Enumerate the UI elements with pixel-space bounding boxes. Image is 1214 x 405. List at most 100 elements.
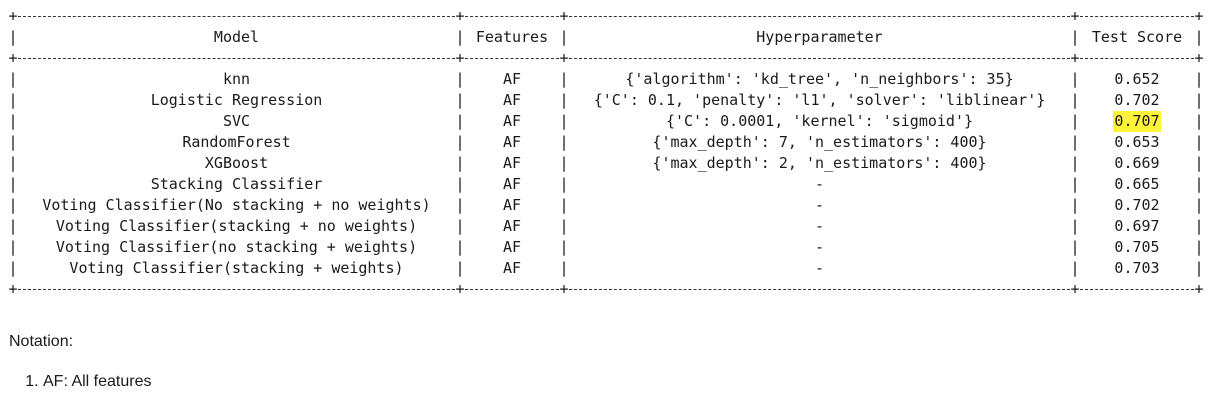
table-row: | Voting Classifier(stacking + no weights… — [8, 216, 1204, 237]
notation-section: Notation: AF: All features — [9, 330, 152, 394]
column-divider: | — [1194, 91, 1204, 109]
border-segment — [465, 16, 559, 17]
cell-model: SVC — [222, 112, 251, 130]
table-row: | Voting Classifier(stacking + weights) | A… — [8, 258, 1204, 279]
column-divider: | — [1070, 91, 1080, 109]
cell-model: Voting Classifier(no stacking + weights) — [55, 238, 418, 256]
highlighted-score: 0.707 — [1113, 111, 1161, 132]
column-divider: | — [1194, 175, 1204, 193]
score-value: 0.703 — [1114, 259, 1160, 277]
column-divider: | — [8, 196, 18, 214]
column-divider: | — [8, 91, 18, 109]
cell-test-score: 0.665 — [1080, 174, 1194, 195]
score-value: 0.665 — [1114, 175, 1160, 193]
column-divider: | — [1070, 196, 1080, 214]
column-divider: | — [559, 217, 569, 235]
cell-test-score: 0.697 — [1080, 216, 1194, 237]
column-divider: | — [559, 154, 569, 172]
cell-test-score: 0.652 — [1080, 69, 1194, 90]
column-divider: | — [455, 154, 465, 172]
cell-hyperparameter: {'C': 0.0001, 'kernel': 'sigmoid'} — [665, 112, 974, 130]
column-divider: | — [1070, 238, 1080, 256]
column-divider: | — [559, 70, 569, 88]
notation-title: Notation: — [9, 333, 74, 350]
notation-item: AF: All features — [43, 370, 152, 394]
cell-features: AF — [502, 133, 522, 151]
column-divider: | — [455, 70, 465, 88]
table-row: | RandomForest | AF | {'max_depth': 7, 'n_est… — [8, 132, 1204, 153]
cell-test-score: 0.669 — [1080, 153, 1194, 174]
table-header-row: | Model | Features | Hyperparameter | Te… — [8, 28, 1204, 46]
column-divider: | — [8, 133, 18, 151]
cell-model: Voting Classifier(stacking + weights) — [69, 259, 404, 277]
column-divider: | — [1194, 259, 1204, 277]
column-divider: | — [1070, 133, 1080, 151]
cell-hyperparameter: - — [814, 196, 825, 214]
column-divider: | — [559, 196, 569, 214]
column-divider: | — [1070, 112, 1080, 130]
header-model: Model — [213, 28, 260, 46]
cell-model: Logistic Regression — [150, 91, 323, 109]
results-table: + + + + + | Model | Features | Hyperpara… — [8, 6, 1204, 300]
score-value: 0.697 — [1114, 217, 1160, 235]
score-value: 0.702 — [1114, 196, 1160, 214]
table-bottom-border: + + + + + — [8, 280, 1204, 298]
column-divider: | — [559, 238, 569, 256]
cell-test-score: 0.705 — [1080, 237, 1194, 258]
cell-hyperparameter: - — [814, 238, 825, 256]
column-divider: | — [455, 112, 465, 130]
border-segment — [569, 16, 1070, 17]
cell-model: knn — [222, 70, 251, 88]
cell-model: XGBoost — [204, 154, 269, 172]
column-divider: | — [8, 70, 18, 88]
column-divider: | — [455, 238, 465, 256]
column-divider: | — [1194, 112, 1204, 130]
column-divider: | — [455, 91, 465, 109]
border-corner: + — [1194, 7, 1204, 25]
cell-model: RandomForest — [182, 133, 291, 151]
column-divider: | — [1194, 70, 1204, 88]
cell-test-score: 0.702 — [1080, 90, 1194, 111]
column-divider: | — [455, 175, 465, 193]
score-value: 0.702 — [1114, 91, 1160, 109]
table-row: | knn | AF | {'algorithm': 'kd_tree', 'n_neig… — [8, 69, 1204, 90]
column-divider: | — [1194, 133, 1204, 151]
table-row: | Voting Classifier(no stacking + weights… — [8, 237, 1204, 258]
table-top-border: + + + + + — [8, 6, 1204, 27]
cell-hyperparameter: {'max_depth': 7, 'n_estimators': 400} — [652, 133, 987, 151]
cell-features: AF — [502, 70, 522, 88]
cell-features: AF — [502, 238, 522, 256]
column-divider: | — [455, 196, 465, 214]
table-header-separator: + + + + + — [8, 49, 1204, 67]
column-divider: | — [8, 175, 18, 193]
cell-test-score: 0.703 — [1080, 258, 1194, 279]
column-divider: | — [455, 259, 465, 277]
cell-test-score: 0.707 — [1080, 111, 1194, 132]
cell-features: AF — [502, 259, 522, 277]
column-divider: | — [559, 91, 569, 109]
column-divider: | — [1194, 238, 1204, 256]
column-divider: | — [559, 175, 569, 193]
column-divider: | — [1070, 154, 1080, 172]
cell-model: Voting Classifier(stacking + no weights) — [55, 217, 418, 235]
column-divider: | — [455, 133, 465, 151]
cell-features: AF — [502, 154, 522, 172]
table-row: | Voting Classifier(No stacking + no weig… — [8, 195, 1204, 216]
column-divider: | — [1070, 259, 1080, 277]
column-divider: | — [559, 133, 569, 151]
cell-hyperparameter: {'C': 0.1, 'penalty': 'l1', 'solver': 'l… — [593, 91, 1046, 109]
cell-hyperparameter: - — [814, 175, 825, 193]
cell-model: Stacking Classifier — [150, 175, 323, 193]
cell-test-score: 0.653 — [1080, 132, 1194, 153]
cell-features: AF — [502, 91, 522, 109]
column-divider: | — [559, 112, 569, 130]
table-row: | Logistic Regression | AF | {'C': 0.1, 'pena… — [8, 90, 1204, 111]
header-test-score: Test Score — [1091, 28, 1183, 46]
column-divider: | — [1194, 217, 1204, 235]
score-value: 0.669 — [1114, 154, 1160, 172]
column-divider: | — [8, 259, 18, 277]
column-divider: | — [1070, 175, 1080, 193]
score-value: 0.653 — [1114, 133, 1160, 151]
cell-hyperparameter: {'algorithm': 'kd_tree', 'n_neighbors': … — [625, 70, 1014, 88]
border-segment — [1080, 16, 1194, 17]
